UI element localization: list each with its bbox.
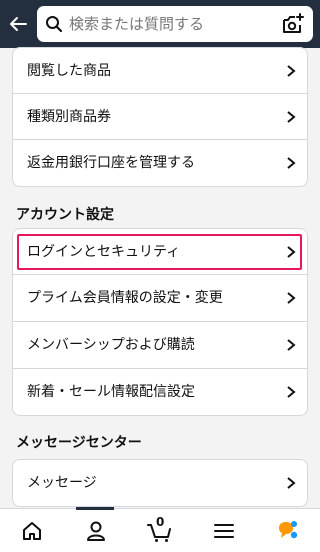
list-item-label: メンバーシップおよび購読 xyxy=(27,337,195,353)
chevron-right-icon xyxy=(287,386,296,398)
nav-account-button[interactable] xyxy=(64,509,128,552)
list-item-label: ログインとセキュリティ xyxy=(27,244,181,260)
list-item-memberships[interactable]: メンバーシップおよび購読 xyxy=(13,322,307,369)
account-settings-heading: アカウント設定 xyxy=(16,207,114,223)
home-icon xyxy=(23,522,41,540)
chevron-right-icon xyxy=(287,292,296,304)
shopping-list-card: 閲覧した商品 種類別商品券 返金用銀行口座を管理する xyxy=(12,47,308,187)
list-item-label: 閲覧した商品 xyxy=(27,63,111,79)
list-item-label: メッセージ xyxy=(27,475,97,491)
top-bar: 検索または質問する xyxy=(0,0,320,48)
nav-home-button[interactable] xyxy=(0,509,64,552)
list-item-viewed-items[interactable]: 閲覧した商品 xyxy=(13,48,307,94)
chevron-right-icon xyxy=(287,477,296,489)
message-center-card: メッセージ xyxy=(12,459,308,507)
search-icon xyxy=(46,16,63,33)
chevron-right-icon xyxy=(287,157,296,169)
list-item-label: 新着・セール情報配信設定 xyxy=(27,384,195,400)
search-input[interactable]: 検索または質問する xyxy=(69,6,204,42)
menu-icon xyxy=(214,524,234,538)
chat-assistant-icon xyxy=(279,521,298,539)
list-item-messages[interactable]: メッセージ xyxy=(13,460,307,506)
nav-assistant-button[interactable] xyxy=(256,509,320,552)
chevron-right-icon xyxy=(287,339,296,351)
search-bar[interactable]: 検索または質問する xyxy=(37,6,313,42)
list-item-label: プライム会員情報の設定・変更 xyxy=(27,290,223,306)
list-item-label: 返金用銀行口座を管理する xyxy=(27,155,195,171)
list-item-label: 種類別商品券 xyxy=(27,109,111,125)
chevron-right-icon xyxy=(287,64,296,77)
cart-count-badge: 0 xyxy=(156,515,165,529)
list-item-prime-settings[interactable]: プライム会員情報の設定・変更 xyxy=(13,275,307,322)
list-item-login-security[interactable]: ログインとセキュリティ xyxy=(13,229,307,275)
list-item-deal-notifications[interactable]: 新着・セール情報配信設定 xyxy=(13,369,307,415)
account-settings-card: ログインとセキュリティ プライム会員情報の設定・変更 メンバーシップおよび購読 … xyxy=(12,228,308,416)
back-button[interactable] xyxy=(6,12,30,36)
camera-scan-icon[interactable] xyxy=(281,12,305,36)
chevron-right-icon xyxy=(287,245,296,258)
message-center-heading: メッセージセンター xyxy=(16,435,142,451)
arrow-left-icon xyxy=(10,17,27,31)
list-item-refund-bank-account[interactable]: 返金用銀行口座を管理する xyxy=(13,140,307,186)
chevron-right-icon xyxy=(287,110,296,123)
nav-menu-button[interactable] xyxy=(192,509,256,552)
person-icon xyxy=(87,521,105,541)
nav-cart-button[interactable]: 0 xyxy=(128,509,192,552)
list-item-gift-cards[interactable]: 種類別商品券 xyxy=(13,94,307,140)
bottom-nav: 0 xyxy=(0,507,320,552)
